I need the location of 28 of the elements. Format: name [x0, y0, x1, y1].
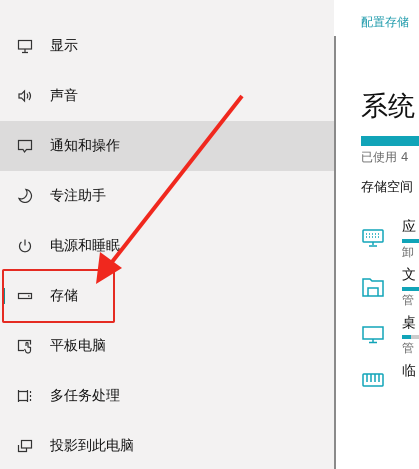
speaker-icon	[17, 88, 33, 104]
nav-item[interactable]: 平板电脑	[0, 321, 334, 371]
multitask-icon	[17, 388, 33, 404]
category-detail: 管	[402, 341, 415, 356]
nav-item[interactable]: 通知和操作	[0, 121, 334, 171]
scrollbar[interactable]	[334, 36, 336, 469]
nav-item[interactable]: 声音	[0, 71, 334, 121]
category-detail: 卸	[402, 245, 415, 260]
speech-bubble-icon	[17, 138, 33, 154]
keyboard-monitor-icon	[361, 227, 385, 249]
nav-item[interactable]: 投影到此电脑	[0, 421, 334, 469]
page-title: 系统	[361, 90, 416, 124]
category-detail: 管	[402, 293, 415, 308]
category-name[interactable]: 应	[402, 219, 419, 236]
nav-item[interactable]: 多任务处理	[0, 371, 334, 421]
tablet-hand-icon	[17, 338, 33, 354]
category-name[interactable]: 文	[402, 267, 419, 284]
section-heading: 存储空间	[361, 179, 414, 197]
power-icon	[17, 238, 33, 254]
nav-item[interactable]: 显示	[0, 21, 334, 71]
crescent-moon-icon	[17, 188, 33, 204]
category-name[interactable]: 临	[402, 363, 419, 380]
monitor-icon	[17, 38, 33, 54]
projector-icon	[17, 438, 33, 454]
category-name[interactable]: 桌	[402, 315, 419, 332]
nav-item[interactable]: 电源和睡眠	[0, 221, 334, 271]
usage-text: 已使用 4	[361, 149, 410, 165]
nav-item[interactable]: 专注助手	[0, 171, 334, 221]
